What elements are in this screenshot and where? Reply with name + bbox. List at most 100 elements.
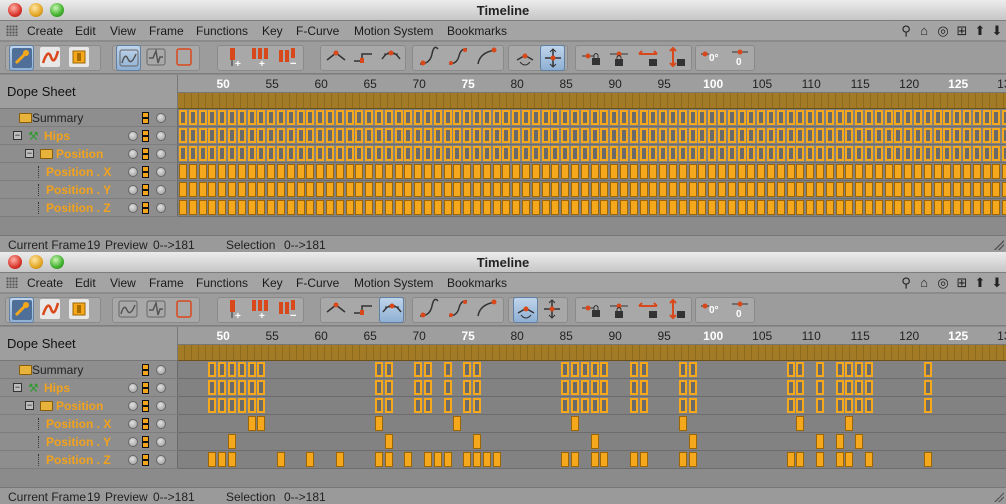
keyframe[interactable] <box>522 146 530 161</box>
keyframe[interactable] <box>414 398 423 413</box>
keyframe[interactable] <box>737 146 746 161</box>
keyframe[interactable] <box>767 182 775 197</box>
keyframe[interactable] <box>1002 164 1006 179</box>
keyframe[interactable] <box>786 128 795 143</box>
keyframe[interactable] <box>306 128 315 143</box>
keyframe[interactable] <box>767 200 775 215</box>
solo-toggle[interactable] <box>156 203 166 213</box>
fcurve-mode-button[interactable] <box>38 45 63 71</box>
keyframe[interactable] <box>247 146 256 161</box>
keyframe[interactable] <box>541 200 550 215</box>
keyframe[interactable] <box>610 164 619 179</box>
solo-toggle[interactable] <box>156 167 166 177</box>
keyframe[interactable] <box>835 362 844 377</box>
keyframe[interactable] <box>482 146 491 161</box>
keyframe[interactable] <box>914 110 922 125</box>
keyframe[interactable] <box>923 110 932 125</box>
keyframe[interactable] <box>708 200 717 215</box>
track-color-toggle[interactable] <box>142 418 149 430</box>
keyframe[interactable] <box>208 398 217 413</box>
keyframe[interactable] <box>629 110 638 125</box>
lock-length-button[interactable] <box>664 45 689 71</box>
keyframe[interactable] <box>767 164 775 179</box>
keyframe[interactable] <box>228 182 236 197</box>
keyframe[interactable] <box>463 452 472 467</box>
keyframe[interactable] <box>884 146 893 161</box>
keyframe[interactable] <box>296 200 305 215</box>
keyframe[interactable] <box>473 200 481 215</box>
keyframe[interactable] <box>326 200 334 215</box>
keyframe[interactable] <box>394 182 403 197</box>
keyframe[interactable] <box>816 200 824 215</box>
keyframe[interactable] <box>923 128 932 143</box>
keyframe[interactable] <box>414 110 423 125</box>
menu-view[interactable]: View <box>110 24 136 38</box>
step-tangent-button[interactable] <box>351 297 376 323</box>
frame-ruler[interactable]: 50 55 60 65 70 75 80 85 90 95 100 105 110 115 120 125 13… <box>178 327 1006 345</box>
keyframe[interactable] <box>473 452 481 467</box>
keyframe[interactable] <box>659 182 668 197</box>
keyframe[interactable] <box>620 146 628 161</box>
keyframe[interactable] <box>600 182 609 197</box>
keyframe[interactable] <box>179 182 187 197</box>
keyframe[interactable] <box>375 362 383 377</box>
keyframe[interactable] <box>218 398 227 413</box>
keyframe[interactable] <box>835 380 844 395</box>
keyframe[interactable] <box>345 200 354 215</box>
keyframe[interactable] <box>669 182 677 197</box>
keyframe[interactable] <box>747 164 756 179</box>
keyframe[interactable] <box>580 362 589 377</box>
keyframe[interactable] <box>561 398 570 413</box>
keyframe[interactable] <box>453 416 462 431</box>
keyframe[interactable] <box>963 146 971 161</box>
keyframe[interactable] <box>816 380 824 395</box>
keyframe[interactable] <box>884 200 893 215</box>
keyframe[interactable] <box>316 182 325 197</box>
keyframe[interactable] <box>531 200 540 215</box>
mute-toggle[interactable] <box>128 167 138 177</box>
keyframe[interactable] <box>727 110 736 125</box>
keyframe[interactable] <box>590 182 599 197</box>
zero-length-button[interactable]: 0 <box>728 297 753 323</box>
keyframe[interactable] <box>678 398 687 413</box>
keyframe[interactable] <box>835 146 844 161</box>
keyframe[interactable] <box>943 164 952 179</box>
keyframe[interactable] <box>669 146 677 161</box>
mute-toggle[interactable] <box>128 401 138 411</box>
keyframe[interactable] <box>424 110 432 125</box>
solo-toggle[interactable] <box>156 419 166 429</box>
solo-toggle[interactable] <box>156 113 166 123</box>
keyframe[interactable] <box>708 182 717 197</box>
keyframe[interactable] <box>571 110 579 125</box>
keyframe[interactable] <box>306 452 315 467</box>
keyframe[interactable] <box>198 110 207 125</box>
keyframe[interactable] <box>512 110 521 125</box>
track-color-toggle[interactable] <box>142 382 149 394</box>
keyframe[interactable] <box>600 362 609 377</box>
keyframe[interactable] <box>865 128 873 143</box>
keyframe[interactable] <box>218 146 227 161</box>
keyframe[interactable] <box>188 164 197 179</box>
keyframe[interactable] <box>796 398 805 413</box>
keyframe[interactable] <box>316 146 325 161</box>
keyframe[interactable] <box>796 110 805 125</box>
keyframe[interactable] <box>492 164 501 179</box>
keyframe[interactable] <box>541 146 550 161</box>
keyframe[interactable] <box>825 110 834 125</box>
keyframe[interactable] <box>845 398 854 413</box>
keyframe[interactable] <box>776 110 785 125</box>
keyframe[interactable] <box>404 200 413 215</box>
keyframe[interactable] <box>306 146 315 161</box>
motion-mode-button[interactable] <box>67 45 92 71</box>
keyframe[interactable] <box>874 200 883 215</box>
keyframe[interactable] <box>992 128 1001 143</box>
keyframe[interactable] <box>237 200 246 215</box>
keyframe[interactable] <box>384 164 393 179</box>
keyframe[interactable] <box>855 146 864 161</box>
keyframe[interactable] <box>355 110 364 125</box>
keyframe[interactable] <box>806 164 815 179</box>
keyframe[interactable] <box>208 164 217 179</box>
keyframe[interactable] <box>639 128 648 143</box>
keyframe[interactable] <box>727 200 736 215</box>
empty-slot-button[interactable] <box>172 297 197 323</box>
